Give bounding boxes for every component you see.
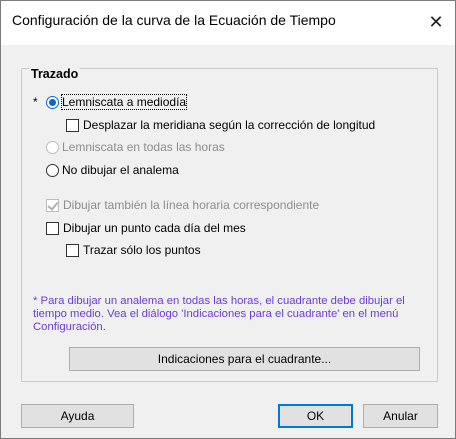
close-icon[interactable]: ✕ bbox=[419, 7, 453, 37]
radio-icon[interactable] bbox=[46, 163, 59, 177]
checkbox-punto-cada-dia[interactable]: Dibujar un punto cada día del mes bbox=[46, 221, 246, 235]
checkbox-icon[interactable] bbox=[66, 243, 79, 257]
checkbox-desplazar-meridiana[interactable]: Desplazar la meridiana según la correcci… bbox=[66, 118, 375, 132]
asterisk-marker: * bbox=[33, 95, 38, 109]
window-title: Configuración de la curva de la Ecuación… bbox=[12, 12, 336, 28]
radio-selected-icon[interactable] bbox=[46, 95, 59, 109]
checkbox-label: Trazar sólo los puntos bbox=[83, 243, 201, 257]
cancel-button[interactable]: Anular bbox=[363, 404, 438, 428]
checkbox-label: Dibujar un punto cada día del mes bbox=[63, 221, 246, 235]
group-title: Trazado bbox=[29, 67, 81, 81]
checkbox-label: Desplazar la meridiana según la correcci… bbox=[83, 118, 376, 132]
ok-button[interactable]: OK bbox=[278, 404, 353, 428]
radio-label: Lemniscata en todas las horas bbox=[62, 140, 225, 154]
radio-lemniscata-mediodia[interactable]: Lemniscata a mediodía bbox=[46, 94, 188, 110]
checkbox-label: Dibujar también la línea horaria corresp… bbox=[63, 198, 320, 212]
info-note: * Para dibujar un analema en todas las h… bbox=[33, 295, 405, 333]
indicaciones-button[interactable]: Indicaciones para el cuadrante... bbox=[69, 347, 420, 371]
radio-label: Lemniscata a mediodía bbox=[60, 94, 188, 110]
radio-label: No dibujar el analema bbox=[62, 163, 179, 177]
checkbox-icon[interactable] bbox=[46, 221, 59, 235]
dialog-window: Configuración de la curva de la Ecuación… bbox=[0, 0, 456, 439]
title-bar: Configuración de la curva de la Ecuación… bbox=[1, 1, 455, 45]
checkbox-checked-icon bbox=[46, 198, 59, 212]
checkbox-solo-puntos[interactable]: Trazar sólo los puntos bbox=[66, 243, 201, 257]
checkbox-icon[interactable] bbox=[66, 118, 79, 132]
checkbox-linea-horaria: Dibujar también la línea horaria corresp… bbox=[46, 198, 319, 212]
radio-no-dibujar[interactable]: No dibujar el analema bbox=[46, 163, 179, 177]
radio-icon bbox=[46, 140, 59, 154]
help-button[interactable]: Ayuda bbox=[21, 404, 134, 428]
radio-lemniscata-todas: Lemniscata en todas las horas bbox=[46, 140, 225, 154]
